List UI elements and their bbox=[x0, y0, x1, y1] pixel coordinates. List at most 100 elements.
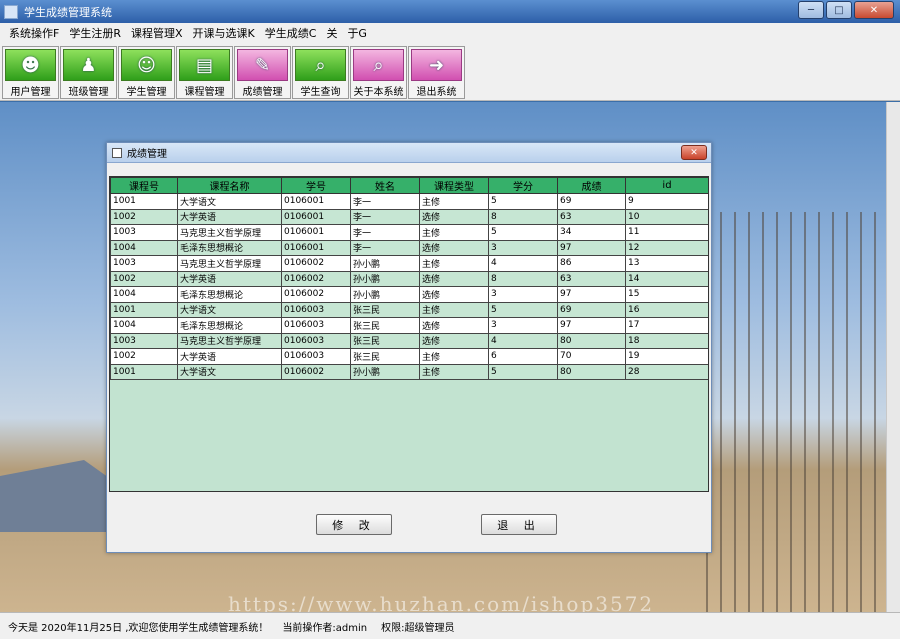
table-cell: 毛泽东思想概论 bbox=[177, 286, 282, 303]
table-row[interactable]: 1003 马克思主义哲学原理 0106001 李一 主修 5 34 11 bbox=[110, 224, 708, 241]
menu-register[interactable]: 学生注册R bbox=[64, 25, 126, 41]
background-trees bbox=[706, 212, 886, 612]
table-row[interactable]: 1003 马克思主义哲学原理 0106003 张三民 选修 4 80 18 bbox=[110, 332, 708, 349]
maximize-button[interactable]: □ bbox=[826, 1, 852, 19]
table-cell: 97 bbox=[557, 317, 626, 334]
menu-system[interactable]: 系统操作F bbox=[4, 25, 64, 41]
close-button[interactable]: ✕ bbox=[854, 1, 894, 19]
column-header[interactable]: 成绩 bbox=[557, 177, 626, 194]
column-header[interactable]: 课程名称 bbox=[177, 177, 282, 194]
table-cell: 毛泽东思想概论 bbox=[177, 317, 282, 334]
student-management-button[interactable]: ☺ 学生管理 bbox=[118, 46, 175, 99]
toolbar-label: 班级管理 bbox=[68, 87, 109, 98]
user-management-button[interactable]: ☻ 用户管理 bbox=[2, 46, 59, 99]
table-cell: 张三民 bbox=[350, 332, 420, 349]
table-cell: 28 bbox=[625, 363, 708, 380]
column-header[interactable]: 学号 bbox=[281, 177, 351, 194]
table-cell: 8 bbox=[488, 208, 558, 225]
about-button[interactable]: ⌕ 关于本系统 bbox=[350, 46, 407, 99]
table-cell: 0106001 bbox=[281, 208, 351, 225]
table-cell: 0106001 bbox=[281, 239, 351, 256]
menu-about-part2[interactable]: 于G bbox=[342, 25, 372, 41]
toolbar: ☻ 用户管理 ♟ 班级管理 ☺ 学生管理 ▤ 课程管理 ✎ 成绩管理 ⌕ 学生查… bbox=[0, 43, 900, 101]
table-cell: 大学语文 bbox=[177, 301, 282, 318]
table-cell: 16 bbox=[625, 301, 708, 318]
table-cell: 选修 bbox=[419, 208, 489, 225]
dialog-title: 成绩管理 bbox=[127, 149, 167, 160]
table-cell: 10 bbox=[625, 208, 708, 225]
table-row[interactable]: 1003 马克思主义哲学原理 0106002 孙小鹏 主修 4 86 13 bbox=[110, 255, 708, 272]
column-header[interactable]: 姓名 bbox=[350, 177, 420, 194]
table-row[interactable]: 1001 大学语文 0106002 孙小鹏 主修 5 80 28 bbox=[110, 363, 708, 380]
table-cell: 0106001 bbox=[281, 224, 351, 241]
table-row[interactable]: 1001 大学语文 0106003 张三民 主修 5 69 16 bbox=[110, 301, 708, 318]
table-cell: 1001 bbox=[110, 193, 178, 210]
table-cell: 张三民 bbox=[350, 301, 420, 318]
course-management-button[interactable]: ▤ 课程管理 bbox=[176, 46, 233, 99]
table-cell: 0106001 bbox=[281, 193, 351, 210]
toolbar-label: 用户管理 bbox=[10, 87, 51, 98]
vertical-scrollbar[interactable] bbox=[886, 102, 900, 612]
about-icon: ⌕ bbox=[353, 49, 404, 81]
table-cell: 9 bbox=[625, 193, 708, 210]
table-cell: 大学英语 bbox=[177, 270, 282, 287]
menu-bar: 系统操作F 学生注册R 课程管理X 开课与选课K 学生成绩C 关 于G bbox=[0, 23, 900, 43]
table-cell: 3 bbox=[488, 317, 558, 334]
table-cell: 12 bbox=[625, 239, 708, 256]
table-cell: 1002 bbox=[110, 208, 178, 225]
modify-button[interactable]: 修 改 bbox=[316, 514, 392, 535]
table-row[interactable]: 1002 大学英语 0106003 张三民 主修 6 70 19 bbox=[110, 348, 708, 365]
table-cell: 69 bbox=[557, 193, 626, 210]
table-cell: 李一 bbox=[350, 193, 420, 210]
table-cell: 大学语文 bbox=[177, 363, 282, 380]
exit-button[interactable]: 退 出 bbox=[481, 514, 557, 535]
minimize-button[interactable]: ─ bbox=[798, 1, 824, 19]
menu-about-part1[interactable]: 关 bbox=[321, 25, 342, 41]
menu-course[interactable]: 课程管理X bbox=[126, 25, 188, 41]
table-cell: 97 bbox=[557, 239, 626, 256]
dialog-close-button[interactable]: ✕ bbox=[681, 145, 707, 160]
class-management-button[interactable]: ♟ 班级管理 bbox=[60, 46, 117, 99]
table-row[interactable]: 1002 大学英语 0106002 孙小鹏 选修 8 63 14 bbox=[110, 270, 708, 287]
table-row[interactable]: 1002 大学英语 0106001 李一 选修 8 63 10 bbox=[110, 208, 708, 225]
table-cell: 15 bbox=[625, 286, 708, 303]
table-cell: 0106003 bbox=[281, 301, 351, 318]
table-cell: 1001 bbox=[110, 363, 178, 380]
toolbar-label: 关于本系统 bbox=[353, 87, 404, 98]
table-cell: 孙小鹏 bbox=[350, 255, 420, 272]
table-cell: 1003 bbox=[110, 224, 178, 241]
table-row[interactable]: 1004 毛泽东思想概论 0106002 孙小鹏 选修 3 97 15 bbox=[110, 286, 708, 303]
column-header[interactable]: 课程类型 bbox=[419, 177, 489, 194]
table-cell: 1002 bbox=[110, 270, 178, 287]
table-cell: 8 bbox=[488, 270, 558, 287]
column-header[interactable]: 学分 bbox=[488, 177, 558, 194]
column-header[interactable]: 课程号 bbox=[110, 177, 178, 194]
exit-system-button[interactable]: ➜ 退出系统 bbox=[408, 46, 465, 99]
table-cell: 马克思主义哲学原理 bbox=[177, 332, 282, 349]
table-row[interactable]: 1001 大学语文 0106001 李一 主修 5 69 9 bbox=[110, 193, 708, 210]
course-icon: ▤ bbox=[179, 49, 230, 81]
menu-grades[interactable]: 学生成绩C bbox=[260, 25, 322, 41]
grade-management-dialog: 成绩管理 ✕ 课程号 课程名称 学号 姓名 课程类型 学分 成绩 id 1001… bbox=[106, 142, 712, 553]
table-row[interactable]: 1004 毛泽东思想概论 0106003 张三民 选修 3 97 17 bbox=[110, 317, 708, 334]
table-cell: 1003 bbox=[110, 332, 178, 349]
table-cell: 1004 bbox=[110, 317, 178, 334]
table-cell: 1003 bbox=[110, 255, 178, 272]
status-operator: 当前操作者:admin bbox=[282, 622, 368, 634]
student-query-button[interactable]: ⌕ 学生查询 bbox=[292, 46, 349, 99]
table-header-row: 课程号 课程名称 学号 姓名 课程类型 学分 成绩 id bbox=[110, 177, 708, 194]
grade-icon: ✎ bbox=[237, 49, 288, 81]
search-icon: ⌕ bbox=[295, 49, 346, 81]
column-header[interactable]: id bbox=[625, 177, 708, 194]
grades-table[interactable]: 课程号 课程名称 学号 姓名 课程类型 学分 成绩 id 1001 大学语文 010… bbox=[109, 176, 709, 492]
table-cell: 63 bbox=[557, 270, 626, 287]
app-icon bbox=[4, 4, 18, 19]
table-cell: 11 bbox=[625, 224, 708, 241]
menu-enroll[interactable]: 开课与选课K bbox=[188, 25, 260, 41]
table-cell: 3 bbox=[488, 239, 558, 256]
table-cell: 1001 bbox=[110, 301, 178, 318]
table-cell: 孙小鹏 bbox=[350, 286, 420, 303]
table-cell: 主修 bbox=[419, 363, 489, 380]
grade-management-button[interactable]: ✎ 成绩管理 bbox=[234, 46, 291, 99]
table-row[interactable]: 1004 毛泽东思想概论 0106001 李一 选修 3 97 12 bbox=[110, 239, 708, 256]
